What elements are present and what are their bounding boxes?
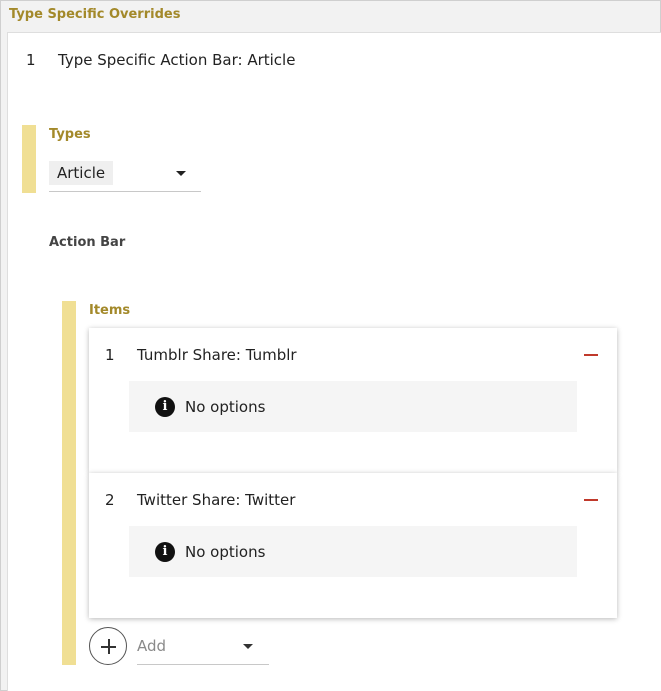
- type-specific-overrides-section: Type Specific Overrides 1 Type Specific …: [0, 0, 661, 691]
- add-item-button[interactable]: [89, 627, 127, 665]
- override-title: Type Specific Action Bar: Article: [58, 51, 296, 69]
- types-label: Types: [49, 127, 91, 142]
- item-index: 1: [105, 346, 115, 364]
- info-circle-icon: i: [155, 542, 175, 562]
- list-item: 1 Tumblr Share: Tumblr i No options: [89, 328, 617, 473]
- item-options-text: No options: [185, 398, 266, 416]
- action-bar-label: Action Bar: [49, 235, 126, 250]
- override-index: 1: [26, 51, 36, 69]
- types-select[interactable]: Article: [49, 161, 201, 192]
- add-placeholder: Add: [137, 637, 167, 655]
- items-label: Items: [89, 303, 131, 318]
- items-accent-bar: [62, 301, 76, 665]
- item-index: 2: [105, 491, 115, 509]
- chevron-down-icon: [176, 171, 186, 176]
- item-options-text: No options: [185, 543, 266, 561]
- list-item: 2 Twitter Share: Twitter i No options: [89, 473, 617, 618]
- add-item-select[interactable]: Add: [137, 633, 269, 665]
- chevron-down-icon: [243, 644, 253, 649]
- types-selected-value: Article: [49, 161, 114, 185]
- info-circle-icon: i: [155, 397, 175, 417]
- minus-icon[interactable]: [584, 499, 598, 501]
- item-options-box: i No options: [129, 526, 577, 577]
- item-label: Twitter Share: Twitter: [137, 491, 296, 509]
- item-label: Tumblr Share: Tumblr: [137, 346, 297, 364]
- types-accent-bar: [22, 125, 36, 193]
- minus-icon[interactable]: [584, 354, 598, 356]
- item-options-box: i No options: [129, 381, 577, 432]
- section-title: Type Specific Overrides: [9, 7, 181, 22]
